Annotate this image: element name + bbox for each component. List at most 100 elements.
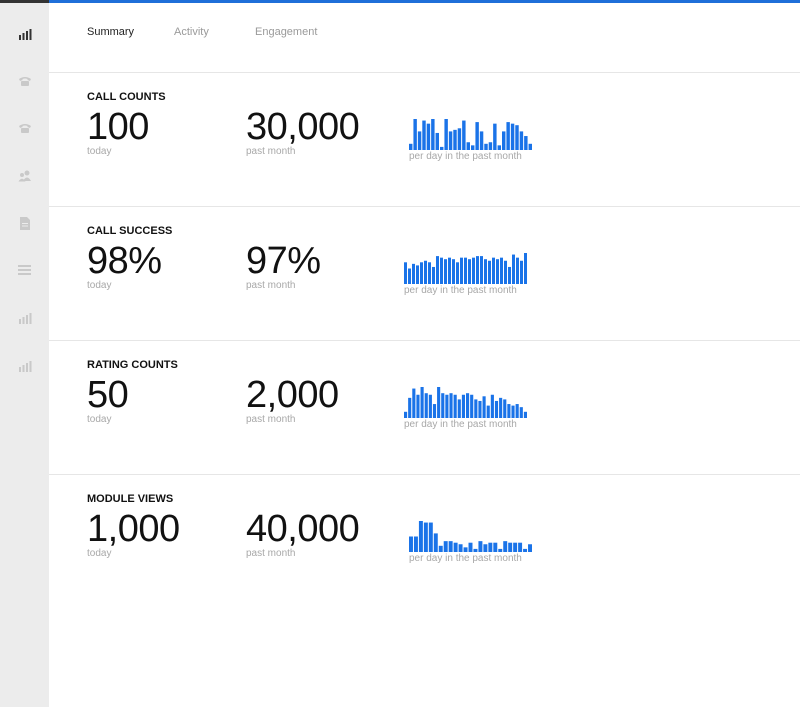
metric-today-value: 1,000 [87, 508, 180, 550]
sparkline-bar [524, 253, 527, 284]
sparkline-bar [464, 257, 467, 284]
metric-month-value: 40,000 [246, 508, 360, 550]
metric-today: 1,000 today [87, 507, 180, 559]
sparkline-bar [426, 123, 431, 150]
sparkline-bar [493, 542, 498, 552]
sparkline-bar [445, 394, 449, 418]
bar-chart-icon [18, 28, 32, 40]
sparkline-bar [488, 260, 491, 284]
sparkline-bar [506, 122, 510, 150]
section-rating-counts: RATING COUNTS 50 today 2,000 past month … [87, 359, 787, 459]
sparkline-bar [490, 394, 494, 418]
sparkline-chart [409, 119, 532, 150]
sparkline-bar [513, 542, 518, 552]
sparkline-bar [486, 405, 490, 418]
sparkline-bar [511, 405, 515, 418]
sparkline-bar [482, 396, 486, 418]
sparkline-chart [404, 253, 527, 284]
sparkline-bar [416, 394, 420, 418]
sparkline-bar [497, 145, 501, 150]
metric-today-value: 50 [87, 374, 129, 416]
sparkline-bar [523, 411, 527, 418]
tab-summary[interactable]: Summary [87, 26, 134, 38]
sparkline-bar [453, 542, 458, 552]
sparkline-bar [499, 397, 503, 418]
sparkline-bar [470, 394, 474, 418]
sparkline-bar [416, 265, 419, 284]
sparkline-bar [409, 536, 413, 552]
sparkline-bar [408, 268, 411, 284]
sparkline-bar [428, 394, 432, 418]
sparkline-bar [440, 257, 443, 284]
sparkline-bar [436, 256, 439, 284]
sidebar-item-list[interactable] [0, 247, 49, 293]
sparkline-bar [457, 128, 462, 150]
sparkline-bar [512, 254, 515, 284]
tab-activity[interactable]: Activity [174, 26, 209, 38]
section-title: CALL COUNTS [87, 91, 166, 103]
sparkline-bar [443, 541, 448, 552]
section-title: RATING COUNTS [87, 359, 178, 371]
sidebar-item-reports[interactable] [0, 295, 49, 341]
sparkline-bar [440, 146, 444, 150]
sidebar [0, 3, 49, 707]
sparkline-bar [473, 548, 478, 552]
sparkline-bar [413, 536, 418, 552]
section-call-counts: CALL COUNTS 100 today 30,000 past month … [87, 91, 787, 191]
sparkline-bar [432, 266, 435, 284]
sparkline-bar [432, 404, 437, 418]
sparkline-bar [503, 541, 508, 552]
divider [49, 206, 800, 207]
metric-month-value: 2,000 [246, 374, 339, 416]
sparkline-bar [476, 256, 479, 284]
sparkline-bar [472, 257, 475, 284]
sparkline-bar [483, 544, 488, 552]
tab-engagement[interactable]: Engagement [255, 26, 317, 38]
section-title: CALL SUCCESS [87, 225, 173, 237]
sparkline-bar [413, 119, 417, 150]
sparkline-bar [453, 394, 457, 418]
sparkline-bar [524, 136, 528, 150]
metric-today-value: 98% [87, 240, 162, 282]
sparkline-bar [460, 257, 463, 284]
metric-today: 98% today [87, 239, 162, 291]
sparkline-bar [508, 542, 513, 552]
sparkline-bar [519, 131, 524, 150]
sparkline-label: per day in the past month [409, 151, 522, 162]
sparkline-bar [475, 122, 479, 150]
sidebar-item-calls[interactable] [0, 58, 49, 104]
sparkline-bar [404, 411, 408, 418]
sparkline-bar [422, 120, 426, 150]
sidebar-item-analytics[interactable] [0, 343, 49, 389]
sparkline-bar [468, 259, 471, 284]
sparkline-bar [458, 544, 463, 552]
sparkline-bar [510, 123, 515, 150]
sparkline-label: per day in the past month [404, 285, 517, 296]
sparkline-bar [448, 131, 453, 150]
sparkline-bar [404, 262, 407, 284]
sparkline-bar [448, 257, 451, 284]
metric-month-value: 97% [246, 240, 321, 282]
sparkline-label: per day in the past month [404, 419, 517, 430]
sparkline-bar [418, 521, 423, 552]
sparkline-bar [444, 119, 448, 150]
sparkline-bar [466, 393, 470, 418]
sparkline-bar [468, 542, 473, 552]
sparkline-bar [431, 119, 435, 150]
sparkline-bar [479, 131, 484, 150]
sparkline-bar [478, 400, 482, 418]
sidebar-item-users[interactable] [0, 153, 49, 199]
users-icon [18, 170, 32, 182]
bar-chart-icon [18, 360, 32, 372]
sidebar-item-documents[interactable] [0, 200, 49, 246]
sparkline-bar [523, 548, 528, 552]
sidebar-item-calls-2[interactable] [0, 105, 49, 151]
sparkline-bar [408, 397, 412, 418]
sparkline-bar [453, 129, 457, 150]
metric-month: 40,000 past month [246, 507, 360, 559]
sparkline-bar [437, 387, 441, 418]
sparkline-bar [420, 387, 424, 418]
sidebar-item-dashboard[interactable] [0, 11, 49, 57]
sparkline-bar [516, 257, 519, 284]
sparkline: per day in the past month [404, 253, 528, 296]
